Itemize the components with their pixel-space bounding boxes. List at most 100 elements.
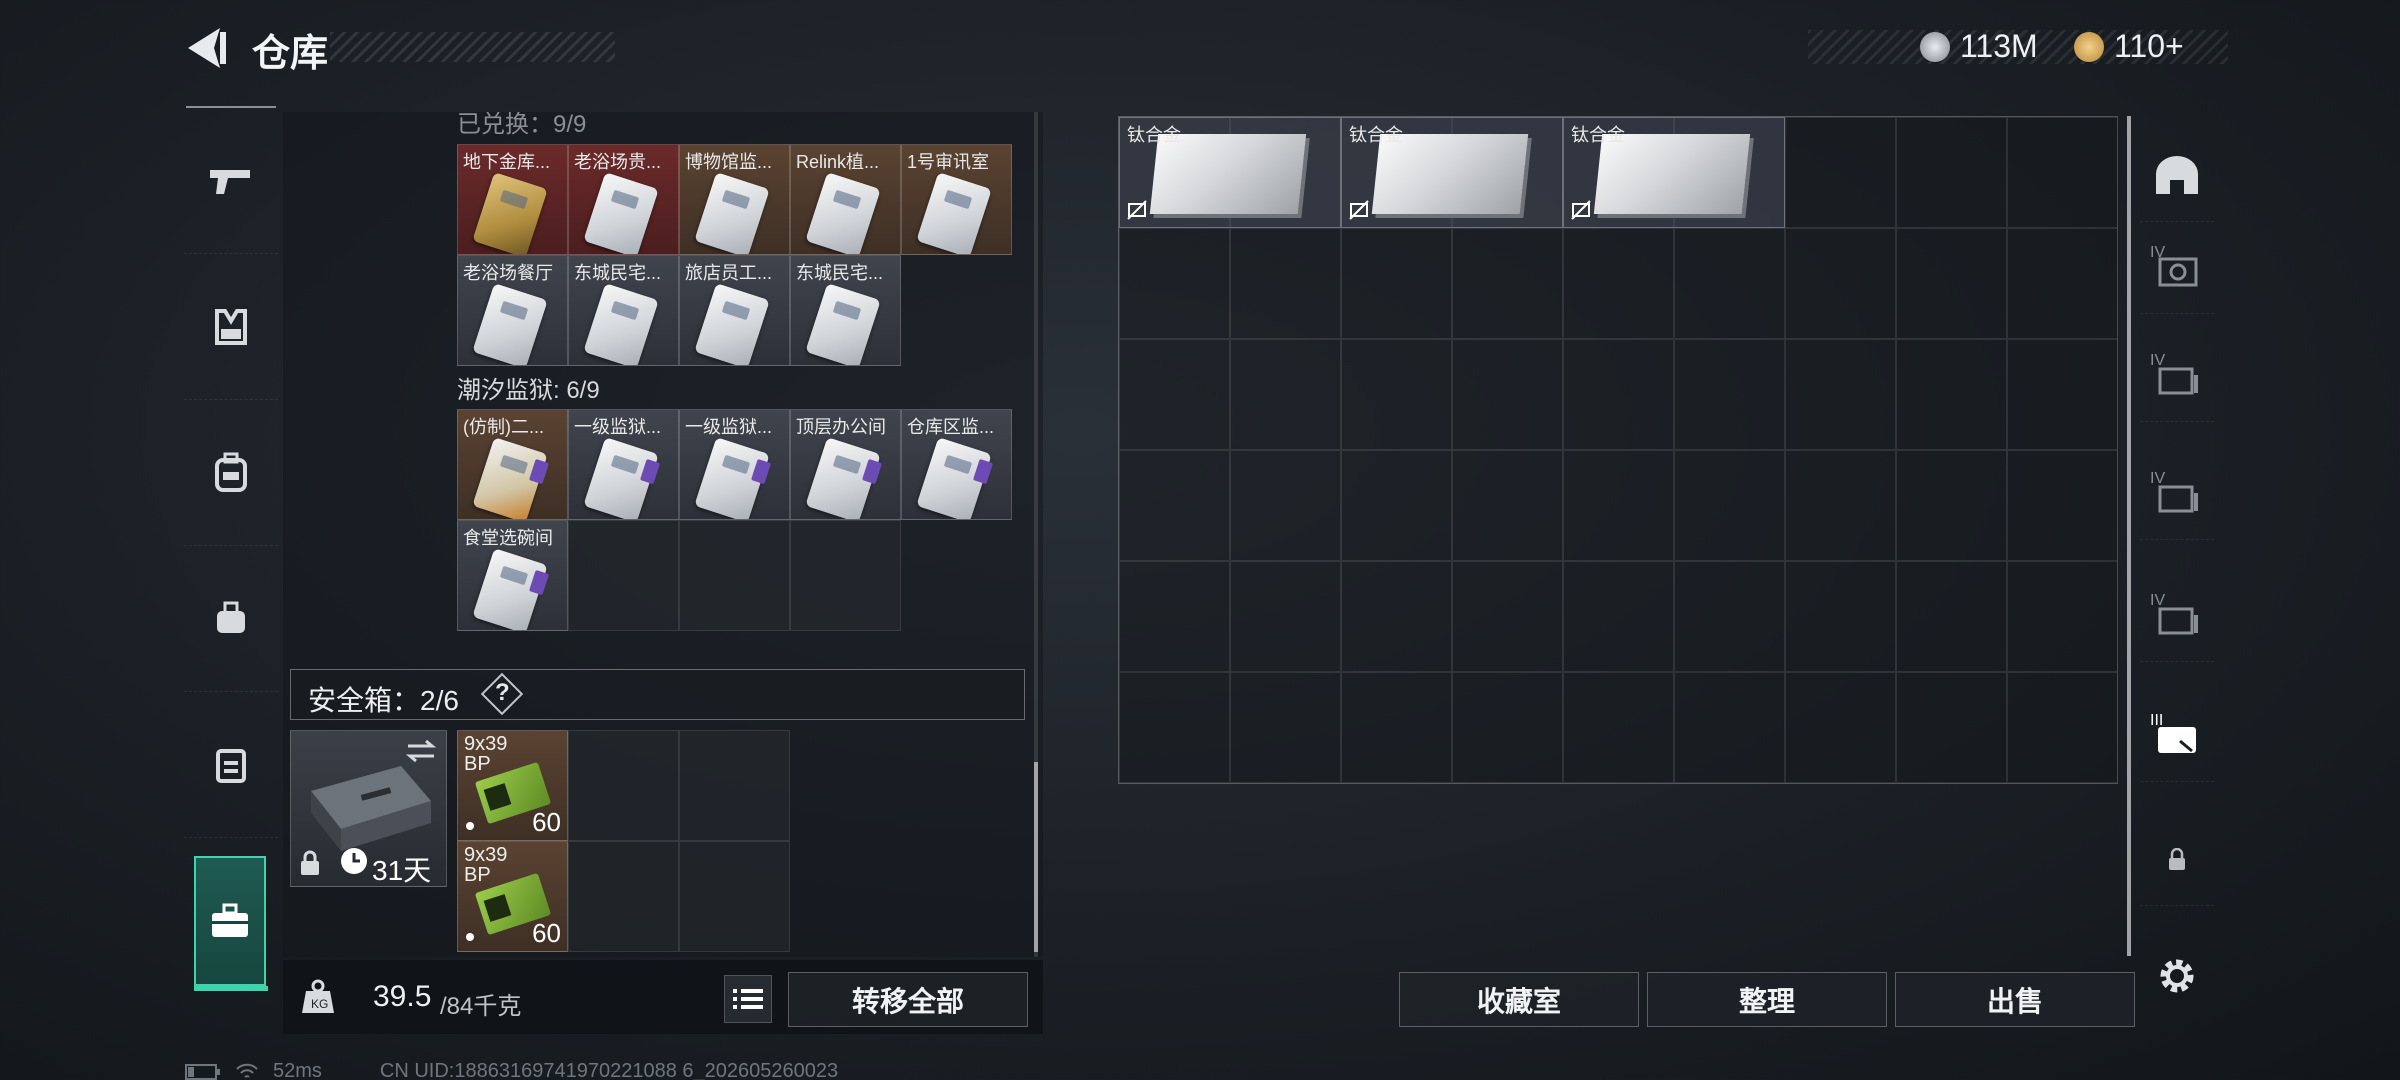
grid-cell[interactable] xyxy=(2007,561,2118,672)
titanium-item[interactable]: 钛合金 xyxy=(1119,117,1341,228)
grid-cell[interactable] xyxy=(1452,672,1563,783)
keycard-slot[interactable]: 一级监狱... xyxy=(679,409,790,520)
swap-icon[interactable] xyxy=(404,739,438,763)
keycard-slot[interactable]: 一级监狱... xyxy=(568,409,679,520)
keycard-slot[interactable]: 地下金库... xyxy=(457,144,568,255)
grid-cell[interactable] xyxy=(1119,672,1230,783)
sort-button[interactable]: 整理 xyxy=(1647,972,1887,1027)
titanium-item[interactable]: 钛合金 xyxy=(1341,117,1563,228)
grid-cell[interactable] xyxy=(1674,450,1785,561)
grid-cell[interactable] xyxy=(1674,339,1785,450)
settings-button[interactable] xyxy=(2140,930,2214,1022)
grid-cell[interactable] xyxy=(1452,561,1563,672)
right-nav-slot-iii[interactable]: III xyxy=(2140,690,2214,782)
grid-cell[interactable] xyxy=(1563,672,1674,783)
grid-cell[interactable] xyxy=(1341,228,1452,339)
right-nav-slot-iv-2[interactable]: IV xyxy=(2140,330,2214,422)
grid-cell[interactable] xyxy=(1341,339,1452,450)
nav-rig[interactable] xyxy=(184,546,278,692)
keycard-slot[interactable]: 老浴场贵... xyxy=(568,144,679,255)
empty-slot[interactable] xyxy=(679,841,790,952)
grid-cell[interactable] xyxy=(1230,561,1341,672)
grid-cell[interactable] xyxy=(1230,228,1341,339)
grid-cell[interactable] xyxy=(1563,339,1674,450)
grid-cell[interactable] xyxy=(1896,228,2007,339)
grid-cell[interactable] xyxy=(1341,672,1452,783)
grid-cell[interactable] xyxy=(1785,561,1896,672)
grid-cell[interactable] xyxy=(1230,450,1341,561)
item-label: 钛合金 xyxy=(1127,125,1181,145)
grid-cell[interactable] xyxy=(1230,672,1341,783)
empty-slot[interactable] xyxy=(568,730,679,841)
right-nav-lock[interactable] xyxy=(2140,814,2214,906)
grid-cell[interactable] xyxy=(1896,561,2007,672)
grid-cell[interactable] xyxy=(1674,228,1785,339)
keycard-slot[interactable]: 仓库区监... xyxy=(901,409,1012,520)
titanium-item[interactable]: 钛合金 xyxy=(1563,117,1785,228)
keycard-slot[interactable]: Relink植... xyxy=(790,144,901,255)
grid-cell[interactable] xyxy=(1785,339,1896,450)
ammo-slot[interactable]: 9x39 BP 60 xyxy=(457,841,568,952)
grid-cell[interactable] xyxy=(1785,228,1896,339)
nav-container[interactable] xyxy=(184,692,278,838)
grid-cell[interactable] xyxy=(1896,117,2007,228)
empty-slot[interactable] xyxy=(568,841,679,952)
nav-backpack[interactable] xyxy=(184,400,278,546)
right-nav-slot-iv-3[interactable]: IV xyxy=(2140,448,2214,540)
keycard-slot[interactable]: 博物馆监... xyxy=(679,144,790,255)
grid-cell[interactable] xyxy=(2007,228,2118,339)
grid-cell[interactable] xyxy=(1896,450,2007,561)
grid-cell[interactable] xyxy=(1452,228,1563,339)
grid-cell[interactable] xyxy=(1119,561,1230,672)
sell-button[interactable]: 出售 xyxy=(1895,972,2135,1027)
empty-slot[interactable] xyxy=(679,730,790,841)
grid-cell[interactable] xyxy=(1563,450,1674,561)
grid-cell[interactable] xyxy=(2007,672,2118,783)
ammo-slot[interactable]: 9x39 BP 60 xyxy=(457,730,568,841)
grid-cell[interactable] xyxy=(1563,561,1674,672)
grid-cell[interactable] xyxy=(2007,339,2118,450)
nav-armor[interactable] xyxy=(184,254,278,400)
grid-cell[interactable] xyxy=(1452,339,1563,450)
grid-cell[interactable] xyxy=(2007,117,2118,228)
stash-scrollbar-thumb[interactable] xyxy=(1034,762,1038,952)
grid-cell[interactable] xyxy=(1896,672,2007,783)
keycard-slot[interactable]: 顶层办公间 xyxy=(790,409,901,520)
grid-cell[interactable] xyxy=(1230,339,1341,450)
grid-cell[interactable] xyxy=(1119,339,1230,450)
keycard-slot[interactable]: 1号审讯室 xyxy=(901,144,1012,255)
keycard-slot[interactable]: 东城民宅... xyxy=(790,255,901,366)
keycard-slot[interactable]: (仿制)二... xyxy=(457,409,568,520)
nav-weapons[interactable] xyxy=(184,108,278,254)
right-nav-slot-iv-4[interactable]: IV xyxy=(2140,570,2214,662)
transfer-all-button[interactable]: 转移全部 xyxy=(788,972,1028,1027)
grid-cell[interactable] xyxy=(1341,561,1452,672)
grid-cell[interactable] xyxy=(2007,450,2118,561)
grid-cell[interactable] xyxy=(1341,450,1452,561)
keycard-slot[interactable]: 东城民宅... xyxy=(568,255,679,366)
right-nav-helmet[interactable] xyxy=(2140,130,2214,222)
keycard-slot[interactable]: 老浴场餐厅 xyxy=(457,255,568,366)
back-button[interactable] xyxy=(180,22,232,74)
right-nav-slot-iv-1[interactable]: IV xyxy=(2140,222,2214,314)
grid-cell[interactable] xyxy=(1896,339,2007,450)
gold-currency[interactable]: 110+ xyxy=(2074,28,2184,65)
keycard-slot[interactable]: 旅店员工... xyxy=(679,255,790,366)
grid-cell[interactable] xyxy=(1119,228,1230,339)
grid-scrollbar[interactable] xyxy=(2127,116,2131,956)
grid-cell[interactable] xyxy=(1119,450,1230,561)
keycard-slot[interactable]: 食堂选碗间 xyxy=(457,520,568,631)
grid-cell[interactable] xyxy=(1785,450,1896,561)
empty-slot[interactable] xyxy=(679,520,790,631)
grid-cell[interactable] xyxy=(1674,672,1785,783)
grid-cell[interactable] xyxy=(1563,228,1674,339)
list-view-button[interactable] xyxy=(724,975,772,1023)
grid-cell[interactable] xyxy=(1785,117,1896,228)
grid-cell[interactable] xyxy=(1452,450,1563,561)
empty-slot[interactable] xyxy=(568,520,679,631)
grid-cell[interactable] xyxy=(1785,672,1896,783)
empty-slot[interactable] xyxy=(790,520,901,631)
collection-room-button[interactable]: 收藏室 xyxy=(1399,972,1639,1027)
nav-safe-box[interactable] xyxy=(194,856,266,986)
grid-cell[interactable] xyxy=(1674,561,1785,672)
